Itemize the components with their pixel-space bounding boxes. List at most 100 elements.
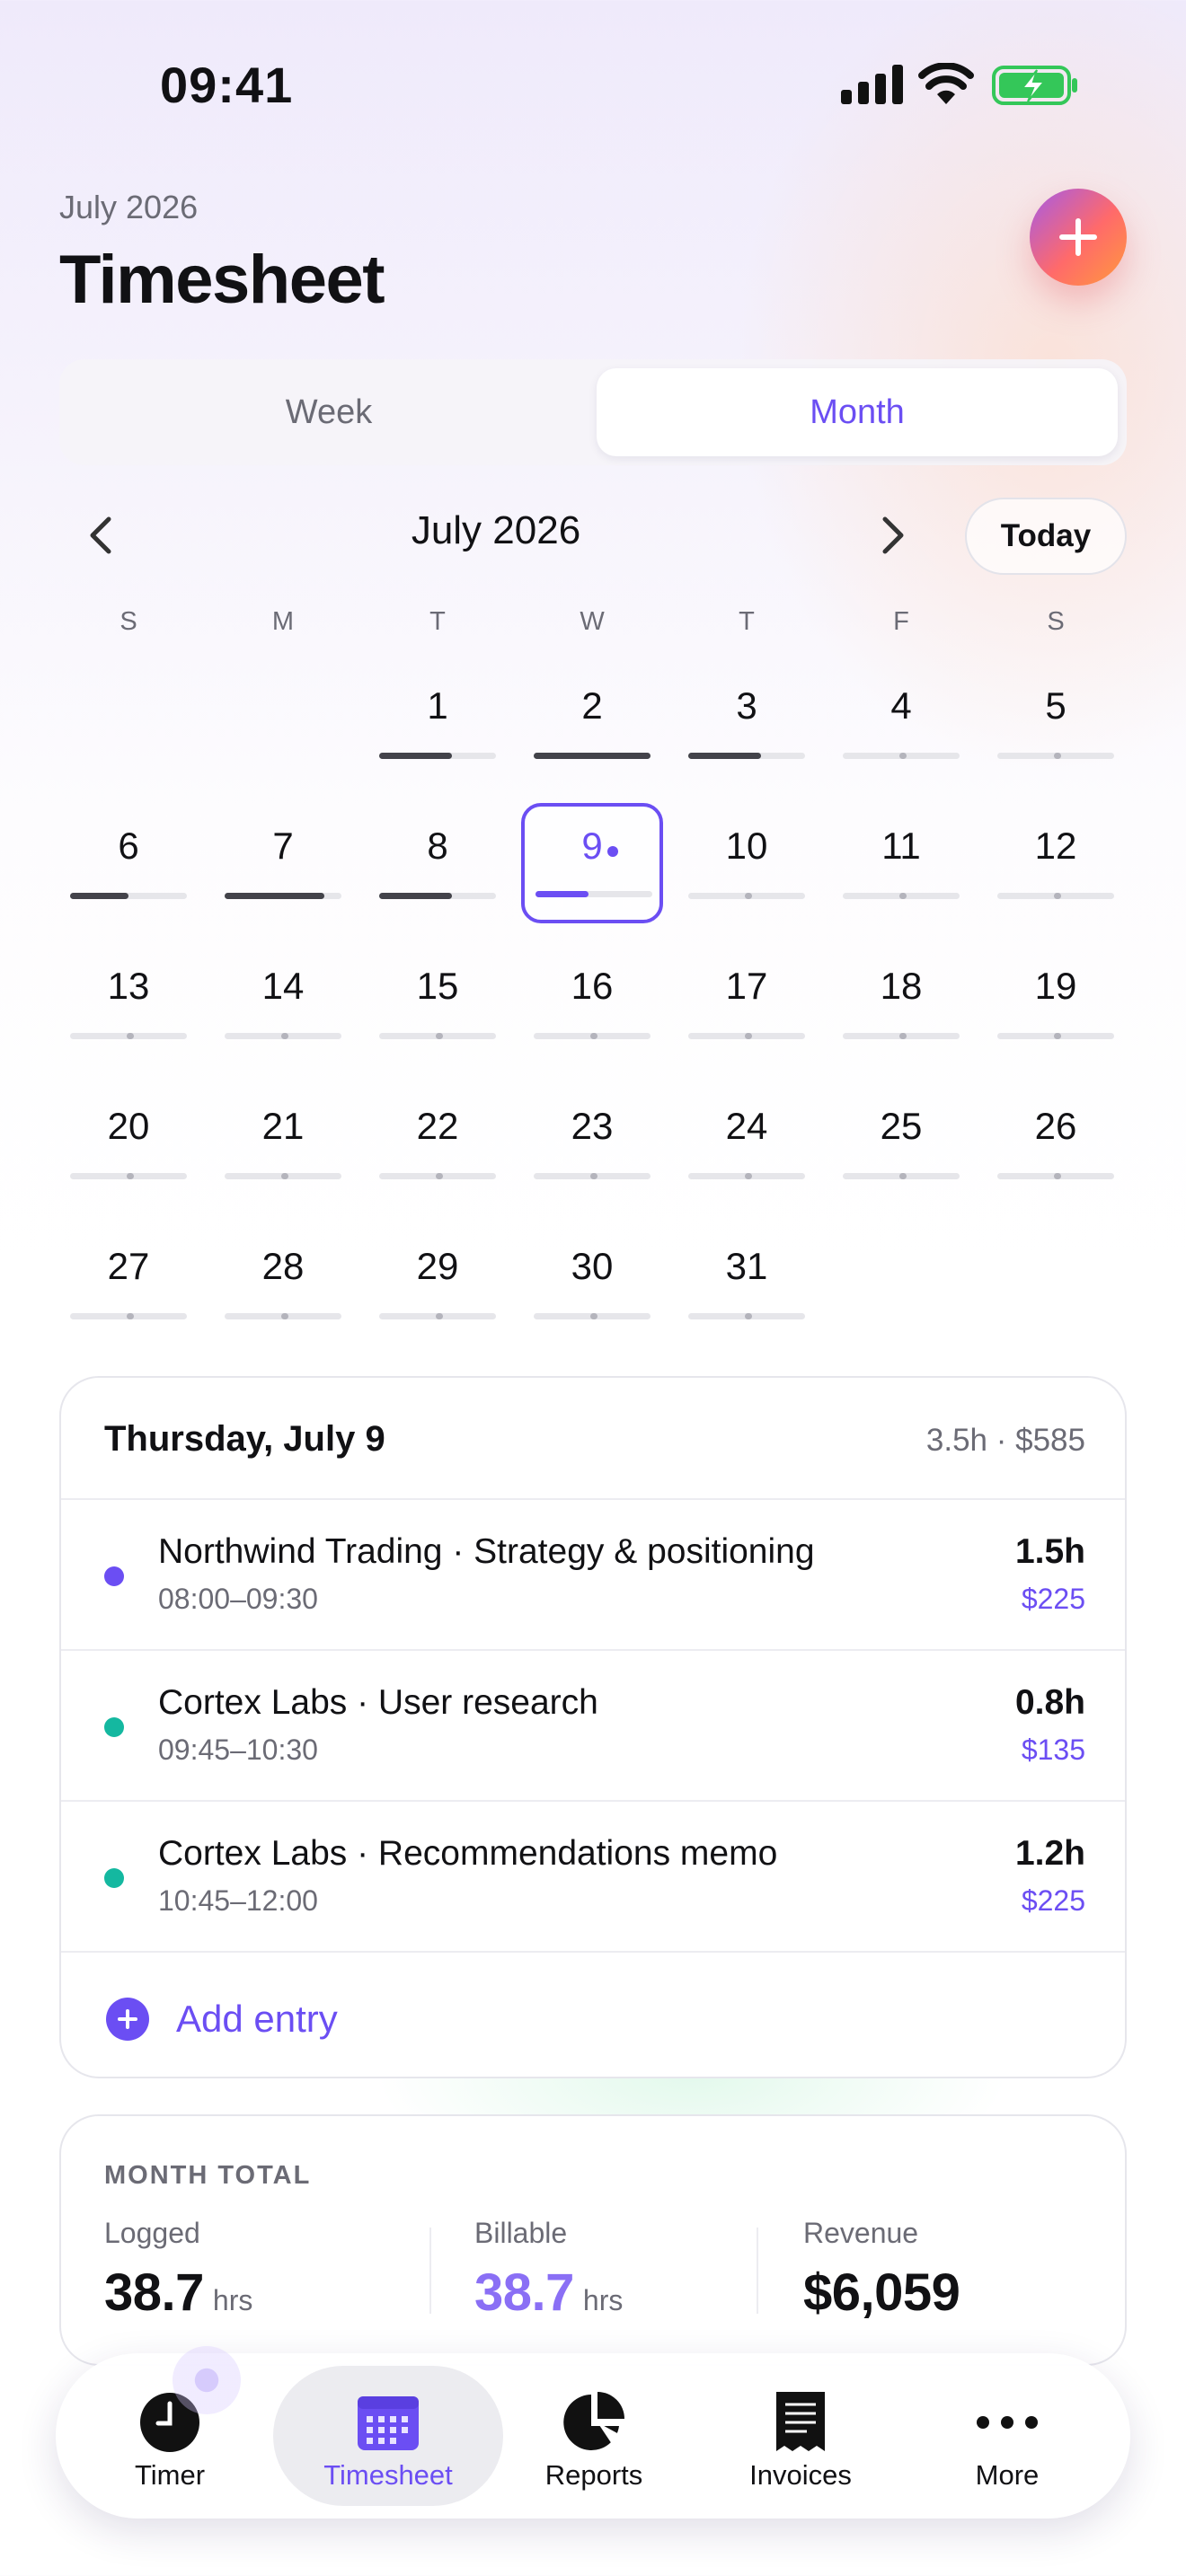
day-empty-marker [590, 1313, 597, 1319]
tab-label: Timer [134, 2459, 206, 2491]
calendar-day[interactable]: 15 [379, 945, 496, 1062]
day-empty-marker [590, 1033, 597, 1039]
calendar-day[interactable]: 23 [534, 1085, 651, 1202]
project-color-dot [104, 1566, 124, 1586]
day-number: 23 [571, 1105, 614, 1147]
calendar-day[interactable]: 5 [997, 665, 1114, 781]
view-toggle-month[interactable]: Month [597, 368, 1118, 456]
tab-reports[interactable]: Reports [491, 2366, 697, 2506]
tab-timesheet[interactable]: Timesheet [273, 2366, 503, 2506]
day-number: 28 [261, 1245, 305, 1287]
next-month-button[interactable] [870, 510, 916, 560]
calendar-day[interactable]: 3 [688, 665, 805, 781]
calendar-day[interactable]: 7 [225, 805, 341, 922]
calendar-day[interactable]: 19 [997, 945, 1114, 1062]
stat-revenue: Revenue $6,059 [803, 2217, 960, 2323]
day-hours-bar [379, 1033, 496, 1039]
day-empty-marker [1054, 1033, 1061, 1039]
tab-label: Invoices [749, 2459, 852, 2491]
day-empty-marker [1054, 753, 1061, 759]
calendar-day[interactable]: 8 [379, 805, 496, 922]
calendar-day[interactable]: 4 [843, 665, 960, 781]
calendar-day[interactable]: 31 [688, 1225, 805, 1342]
time-entry[interactable]: Northwind Trading · Strategy & positioni… [61, 1500, 1125, 1651]
calendar-day[interactable]: 2 [534, 665, 651, 781]
calendar-day[interactable]: 26 [997, 1085, 1114, 1202]
day-hours-bar [997, 1033, 1114, 1039]
day-hours-fill [534, 753, 651, 759]
calendar-day[interactable]: 11 [843, 805, 960, 922]
day-hours-fill [535, 891, 589, 897]
chevron-left-icon [90, 516, 111, 554]
today-button[interactable]: Today [965, 498, 1127, 575]
entry-amount: $135 [1021, 1734, 1085, 1766]
tab-more[interactable]: More [904, 2366, 1111, 2506]
calendar-day[interactable]: 28 [225, 1225, 341, 1342]
calendar-day[interactable]: 18 [843, 945, 960, 1062]
calendar-day[interactable]: 20 [70, 1085, 187, 1202]
calendar-day[interactable]: 29 [379, 1225, 496, 1342]
day-number: 21 [261, 1105, 305, 1147]
view-toggle-week[interactable]: Week [68, 368, 589, 456]
day-hours-bar [688, 1173, 805, 1179]
calendar-day[interactable]: 14 [225, 945, 341, 1062]
add-entry-button[interactable]: Add entry [61, 1953, 1125, 2077]
weekday-label: S [119, 607, 137, 636]
more-icon [904, 2391, 1111, 2454]
stat-label: Billable [474, 2217, 568, 2249]
day-number: 24 [725, 1105, 768, 1147]
status-time: 09:41 [160, 57, 294, 113]
day-number: 31 [725, 1245, 768, 1287]
calendar-day[interactable]: 22 [379, 1085, 496, 1202]
calendar-day[interactable]: 27 [70, 1225, 187, 1342]
day-number: 13 [107, 965, 150, 1007]
day-detail-card: Thursday, July 9 3.5h · $585 Northwind T… [59, 1376, 1127, 2078]
day-hours-bar [379, 1313, 496, 1319]
time-entry[interactable]: Cortex Labs · Recommendations memo 10:45… [61, 1802, 1125, 1953]
calendar-day[interactable]: 25 [843, 1085, 960, 1202]
day-hours-bar [688, 753, 805, 759]
day-hours-bar [534, 753, 651, 759]
add-entry-fab-button[interactable] [1030, 189, 1127, 286]
day-empty-marker [745, 893, 752, 899]
has-entries-dot [607, 846, 618, 857]
calendar-day[interactable]: 30 [534, 1225, 651, 1342]
day-number: 16 [571, 965, 614, 1007]
day-hours-bar [70, 893, 187, 899]
entry-title: Northwind Trading · Strategy & positioni… [158, 1532, 815, 1571]
previous-month-button[interactable] [77, 510, 124, 560]
day-hours-bar [70, 1173, 187, 1179]
day-number: 30 [571, 1245, 614, 1287]
day-hours-bar [225, 1313, 341, 1319]
calendar-day[interactable]: 17 [688, 945, 805, 1062]
day-number: 20 [107, 1105, 150, 1147]
calendar-day[interactable]: 21 [225, 1085, 341, 1202]
calendar-day[interactable]: 24 [688, 1085, 805, 1202]
day-number: 7 [272, 825, 294, 867]
day-hours-bar [379, 1173, 496, 1179]
day-hours-bar [534, 1173, 651, 1179]
tab-timer[interactable]: Timer [66, 2366, 273, 2506]
calendar-day[interactable]: 12 [997, 805, 1114, 922]
calendar-day[interactable]: 1 [379, 665, 496, 781]
tab-invoices[interactable]: Invoices [697, 2366, 904, 2506]
calendar-day[interactable]: 16 [534, 945, 651, 1062]
entry-hours: 0.8h [1014, 1683, 1085, 1722]
entry-amount: $225 [1021, 1884, 1085, 1917]
day-number: 12 [1034, 825, 1077, 867]
tab-label: Timesheet [323, 2459, 453, 2491]
weekday-label: T [429, 607, 446, 636]
calendar-day-selected[interactable]: 9 [521, 803, 663, 923]
stat-divider [429, 2228, 431, 2314]
day-hours-fill [225, 893, 324, 899]
tab-label: More [975, 2459, 1040, 2491]
time-entry[interactable]: Cortex Labs · User research 09:45–10:30 … [61, 1651, 1125, 1802]
entry-title: Cortex Labs · Recommendations memo [158, 1834, 778, 1873]
project-color-dot [104, 1717, 124, 1737]
calendar-day[interactable]: 13 [70, 945, 187, 1062]
calendar-day[interactable]: 6 [70, 805, 187, 922]
clock-icon [66, 2391, 273, 2454]
day-number: 14 [261, 965, 305, 1007]
day-number: 17 [725, 965, 768, 1007]
calendar-day[interactable]: 10 [688, 805, 805, 922]
